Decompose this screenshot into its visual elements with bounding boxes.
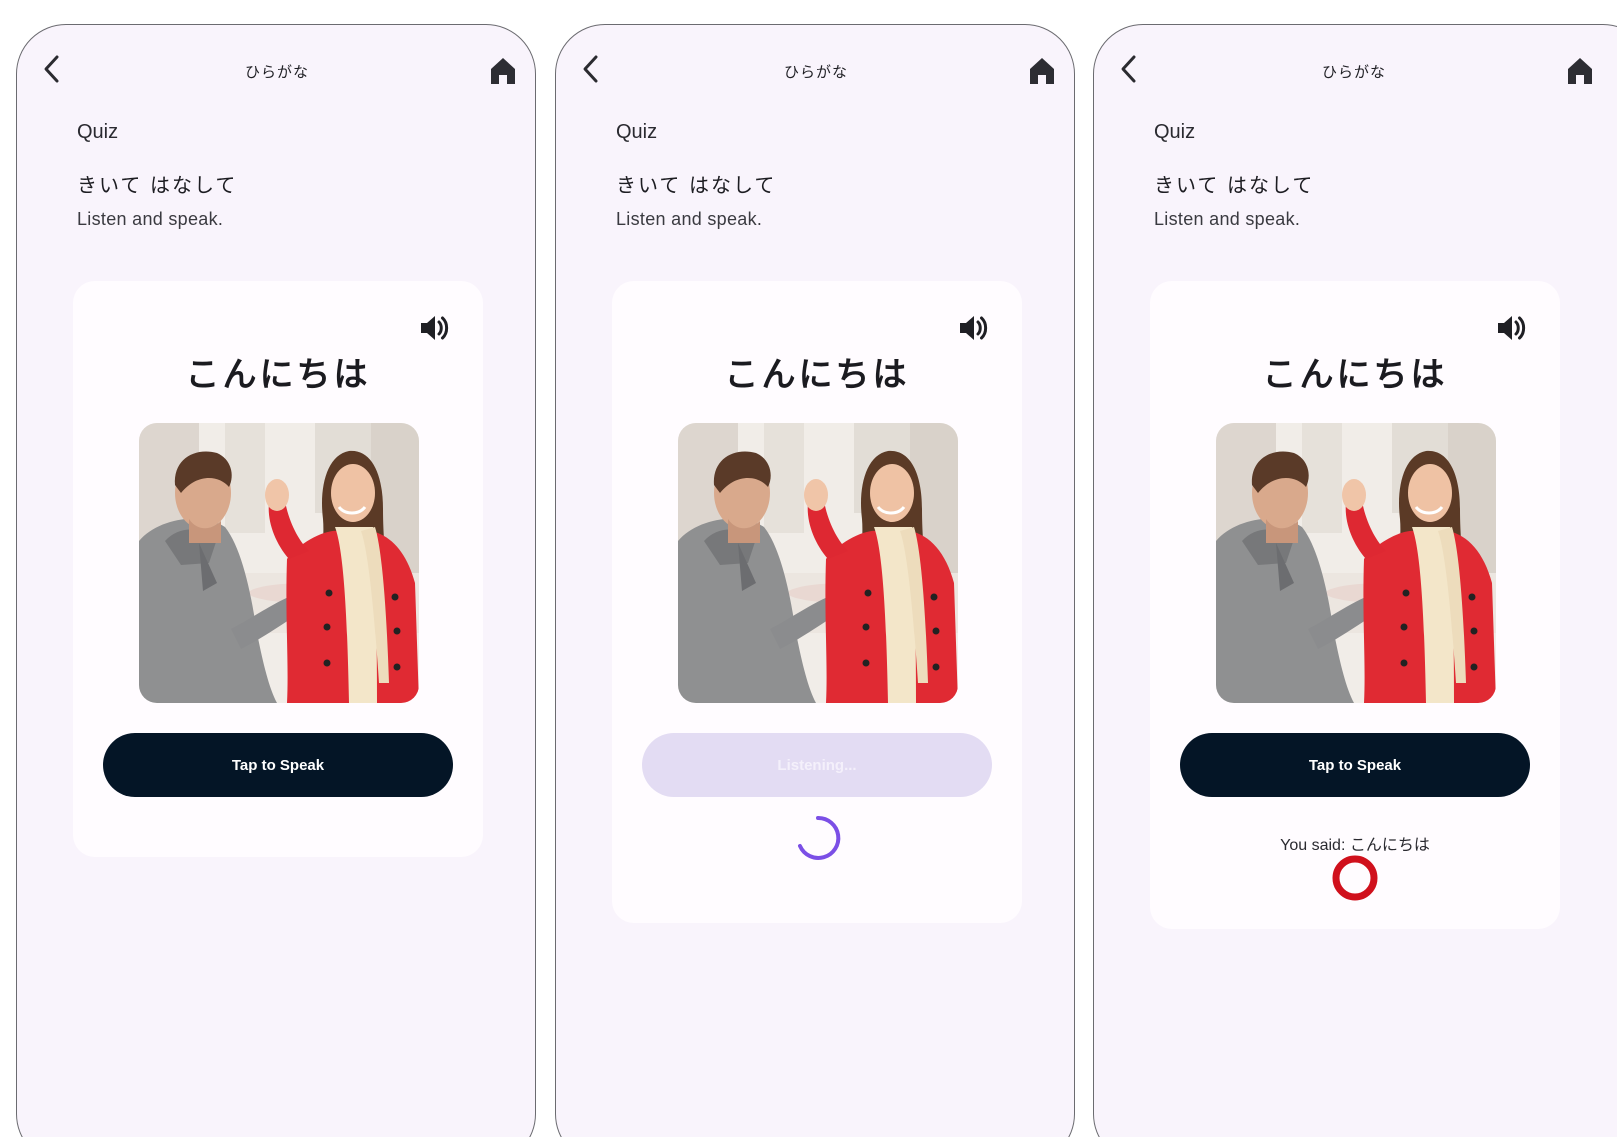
speaker-icon — [1498, 316, 1526, 340]
section-label: Quiz — [616, 121, 658, 143]
loading-spinner-icon — [793, 813, 843, 863]
target-word: こんにちは — [1262, 356, 1448, 394]
target-word: こんにちは — [724, 356, 910, 394]
quiz-instruction: Listen and speak. — [616, 209, 763, 229]
play-audio-button[interactable] — [417, 311, 451, 345]
recognized-speech-text: You said: こんにちは — [1280, 837, 1430, 854]
phone-screen-idle: ひらがな Quiz きいて はなして Listen and speak. こんに… — [16, 24, 536, 1137]
screens-container: ひらがな Quiz きいて はなして Listen and speak. こんに… — [0, 0, 1617, 1137]
quiz-title: きいて はなして — [77, 175, 238, 197]
quiz-instruction: Listen and speak. — [77, 209, 224, 229]
app-title: ひらがな — [783, 64, 848, 81]
home-button[interactable] — [1564, 55, 1596, 87]
greeting-photo — [139, 423, 419, 703]
top-bar: ひらがな — [556, 25, 1074, 121]
home-icon — [491, 58, 515, 84]
greeting-photo — [1216, 423, 1496, 703]
speaker-icon — [421, 316, 449, 340]
quiz-instruction: Listen and speak. — [1154, 209, 1301, 229]
home-button[interactable] — [1026, 55, 1058, 87]
phone-screen-result: ひらがな Quiz きいて はなして Listen and speak. こんに… — [1093, 24, 1617, 1137]
section-label: Quiz — [1154, 121, 1196, 143]
greeting-photo — [678, 423, 958, 703]
home-button[interactable] — [487, 55, 519, 87]
home-icon — [1568, 58, 1592, 84]
home-icon — [1030, 58, 1054, 84]
tap-to-speak-button[interactable]: Tap to Speak — [1180, 733, 1530, 797]
tap-to-speak-button[interactable]: Tap to Speak — [103, 733, 453, 797]
quiz-card: こんにちは Tap to Speak You said: こんにちは — [1150, 281, 1560, 929]
quiz-title: きいて はなして — [616, 175, 777, 197]
quiz-card: こんにちは Tap to Speak — [73, 281, 483, 857]
app-title: ひらがな — [244, 64, 309, 81]
speaker-icon — [960, 316, 988, 340]
target-word: こんにちは — [185, 356, 371, 394]
correct-circle-icon — [1330, 853, 1380, 903]
phone-screen-listening: ひらがな Quiz きいて はなして Listen and speak. こんに… — [555, 24, 1075, 1137]
section-label: Quiz — [77, 121, 119, 143]
quiz-title: きいて はなして — [1154, 175, 1315, 197]
listening-button: Listening... — [642, 733, 992, 797]
play-audio-button[interactable] — [1494, 311, 1528, 345]
quiz-card: こんにちは Listening... — [612, 281, 1022, 923]
app-title: ひらがな — [1321, 64, 1386, 81]
top-bar: ひらがな — [1094, 25, 1614, 121]
top-bar: ひらがな — [17, 25, 535, 121]
play-audio-button[interactable] — [956, 311, 990, 345]
